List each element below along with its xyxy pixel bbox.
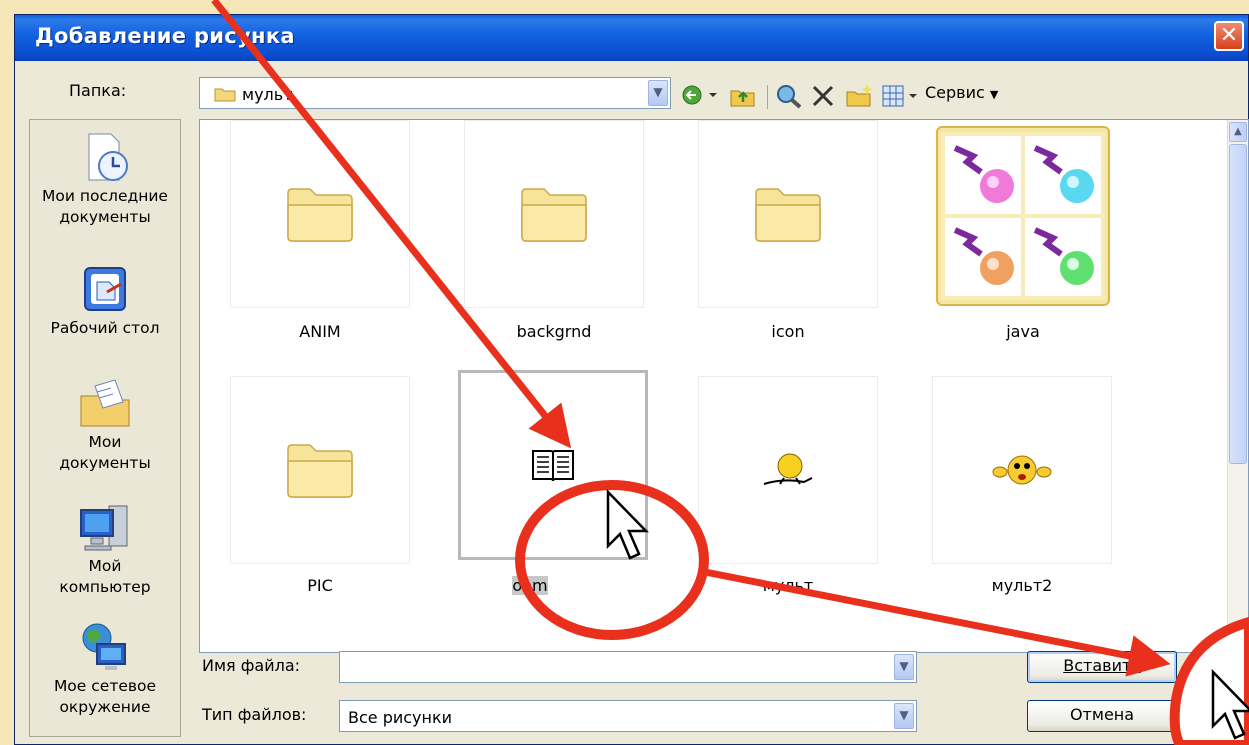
file-tile-java[interactable] <box>936 126 1110 306</box>
folder-label: Папка: <box>69 81 127 100</box>
desktop-icon <box>84 267 126 311</box>
places-bar: Мои последние документы Рабочий стол Мои… <box>29 119 181 737</box>
network-places-icon <box>82 623 126 670</box>
book-image-thumbnail <box>532 450 574 482</box>
file-tile-backgrnd[interactable] <box>464 120 644 308</box>
scroll-up-button[interactable]: ▲ <box>1229 122 1247 142</box>
file-name: PIC <box>307 576 333 595</box>
recent-documents-icon <box>88 133 128 181</box>
chevron-down-icon[interactable]: ▼ <box>894 703 914 729</box>
place-label: Мое сетевое <box>53 677 157 695</box>
file-tile-book-selected[interactable] <box>458 370 648 560</box>
place-my-documents[interactable]: Мои документы <box>30 376 180 474</box>
folder-icon <box>755 188 821 242</box>
file-name: java <box>1006 322 1040 341</box>
service-menu-label: Сервис <box>925 83 985 102</box>
place-network[interactable]: Мое сетевое окружение <box>30 620 180 718</box>
filename-input[interactable]: ▼ <box>339 651 917 683</box>
my-computer-icon <box>80 505 128 551</box>
chevron-down-icon[interactable]: ▼ <box>894 654 914 680</box>
scroll-thumb[interactable] <box>1229 144 1247 464</box>
place-label: Мои последние <box>42 187 168 205</box>
toolbar-separator <box>767 85 768 109</box>
file-name: icon <box>771 322 805 341</box>
place-label: документы <box>59 208 151 226</box>
smiley-image-thumbnail <box>992 455 1052 485</box>
cartoon-image-thumbnail <box>763 453 813 485</box>
filetype-dropdown[interactable]: Все рисунки ▼ <box>339 700 917 732</box>
place-label: Мои <box>88 433 122 451</box>
delete-icon[interactable] <box>809 83 837 109</box>
file-tile-icon[interactable] <box>698 120 878 308</box>
place-desktop[interactable]: Рабочий стол <box>30 262 180 339</box>
file-name: oom <box>512 576 548 595</box>
place-label: документы <box>59 454 151 472</box>
file-tile-mult2[interactable] <box>932 376 1112 564</box>
place-label: окружение <box>59 698 151 716</box>
place-label: компьютер <box>59 578 151 596</box>
search-web-icon[interactable] <box>775 83 803 109</box>
place-label: Рабочий стол <box>50 319 160 337</box>
file-name: мульт <box>762 576 814 595</box>
insert-button[interactable]: Вставить <box>1027 651 1177 683</box>
close-button[interactable]: ✕ <box>1214 21 1244 51</box>
service-menu[interactable]: Сервис ▼ <box>925 83 998 102</box>
dialog-title: Добавление рисунка <box>35 24 295 48</box>
folder-dropdown[interactable]: мульт ▼ <box>199 77 671 109</box>
file-name: ANIM <box>299 322 341 341</box>
java-image-thumbnail <box>941 132 1105 300</box>
file-tile-anim[interactable] <box>230 120 410 308</box>
up-folder-icon[interactable] <box>729 83 757 109</box>
filetype-label: Тип файлов: <box>202 705 307 724</box>
folder-icon <box>287 444 353 498</box>
title-bar[interactable]: Добавление рисунка ✕ <box>15 15 1248 61</box>
folder-small-icon <box>214 88 236 102</box>
filename-label: Имя файла: <box>202 656 301 675</box>
my-documents-icon <box>80 379 130 427</box>
place-label: Мой <box>88 557 122 575</box>
cancel-button[interactable]: Отмена <box>1027 700 1177 732</box>
insert-picture-dialog: Добавление рисунка ✕ Папка: мульт ▼ Серв… <box>14 14 1249 745</box>
chevron-down-icon: ▼ <box>989 88 999 101</box>
folder-value: мульт <box>242 85 293 104</box>
place-my-computer[interactable]: Мой компьютер <box>30 500 180 598</box>
folder-icon <box>521 188 587 242</box>
file-tile-mult[interactable] <box>698 376 878 564</box>
scroll-down-button[interactable]: ▼ <box>1229 630 1247 650</box>
chevron-down-icon[interactable]: ▼ <box>648 80 668 106</box>
back-icon[interactable] <box>681 83 725 109</box>
folder-icon <box>287 188 353 242</box>
file-tile-pic[interactable] <box>230 376 410 564</box>
file-name: мульт2 <box>991 576 1053 595</box>
new-folder-icon[interactable] <box>845 83 875 109</box>
file-list[interactable]: ANIM backgrnd icon java PIC oom мульт му… <box>199 119 1249 653</box>
views-icon[interactable] <box>881 83 921 109</box>
place-recent-documents[interactable]: Мои последние документы <box>30 130 180 228</box>
filetype-value: Все рисунки <box>348 708 453 727</box>
vertical-scrollbar[interactable]: ▲ ▼ <box>1227 120 1248 652</box>
file-name: backgrnd <box>516 322 592 341</box>
